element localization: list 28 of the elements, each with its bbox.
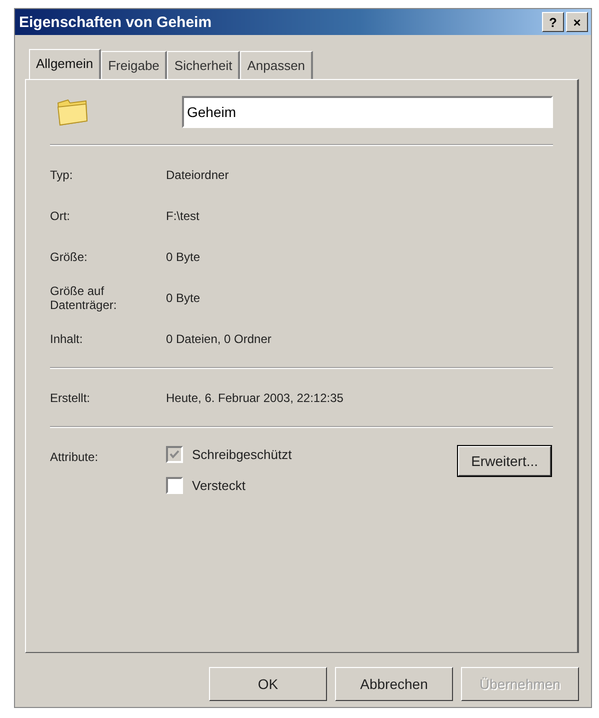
property-label: Ort: xyxy=(50,208,71,224)
property-value: F:\test xyxy=(166,208,200,224)
property-value: Dateiordner xyxy=(166,166,230,184)
property-value: Heute, 6. Februar 2003, 22:12:35 xyxy=(166,390,344,406)
property-label: Inhalt: xyxy=(50,330,84,348)
checkbox-label[interactable]: Versteckt xyxy=(192,478,246,493)
property-label: Typ: xyxy=(50,166,74,184)
tab[interactable]: Freigabe xyxy=(101,51,168,79)
property-label: Attribute: xyxy=(50,449,100,464)
tab[interactable]: Sicherheit xyxy=(167,51,240,79)
close-button[interactable]: × xyxy=(566,12,588,32)
property-value: 0 Byte xyxy=(166,248,202,266)
check-icon xyxy=(169,449,180,460)
property-label: Größe: xyxy=(50,248,88,266)
dialog-button[interactable]: OK xyxy=(209,667,327,701)
folder-icon xyxy=(56,97,90,127)
window-title: Eigenschaften von Geheim xyxy=(19,14,213,30)
advanced-button[interactable]: Erweitert... xyxy=(458,446,551,476)
dialog-button[interactable]: Abbrechen xyxy=(335,667,453,701)
tab[interactable]: Allgemein xyxy=(29,49,102,79)
property-value: 0 Byte xyxy=(166,290,202,306)
property-label: Größe auf Datenträger: xyxy=(50,282,118,314)
name-field[interactable]: Geheim xyxy=(182,96,553,128)
tab[interactable]: Anpassen xyxy=(240,51,314,79)
help-button[interactable]: ? xyxy=(542,12,564,32)
property-value: 0 Dateien, 0 Ordner xyxy=(166,330,272,348)
property-label: Erstellt: xyxy=(50,390,92,406)
checkbox[interactable] xyxy=(166,477,183,494)
